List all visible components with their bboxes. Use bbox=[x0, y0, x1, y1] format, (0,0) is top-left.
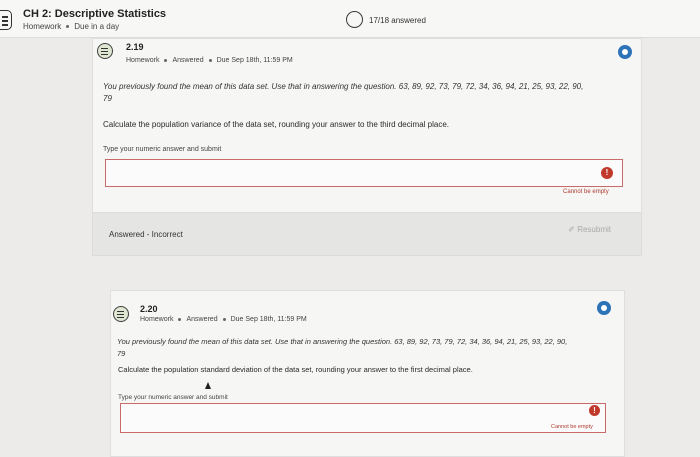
question-body-line: 79 bbox=[103, 94, 112, 103]
answer-hint: Type your numeric answer and submit bbox=[103, 146, 222, 153]
assignment-header: CH 2: Descriptive Statistics Homework Due… bbox=[0, 0, 700, 38]
assignment-icon[interactable] bbox=[0, 10, 12, 30]
resubmit-icon: ✐ bbox=[568, 225, 575, 234]
question-card-2-19: 2.19 Homework Answered Due Sep 18th, 11:59… bbox=[92, 38, 642, 213]
assignment-title: CH 2: Descriptive Statistics bbox=[23, 8, 167, 20]
question-meta: Homework Answered Due Sep 18th, 11:59 PM bbox=[126, 57, 293, 64]
answer-status-bar: Answered - Incorrect ✐ Resubmit bbox=[92, 212, 642, 256]
question-icon bbox=[97, 43, 113, 59]
separator-dot bbox=[66, 25, 70, 29]
assignment-category: Homework bbox=[23, 22, 62, 31]
answer-input[interactable] bbox=[105, 159, 623, 187]
question-body-line: You previously found the mean of this da… bbox=[117, 337, 568, 346]
progress-text: 17/18 answered bbox=[369, 16, 426, 25]
question-body-line: 79 bbox=[117, 349, 126, 358]
question-body: You previously found the mean of this da… bbox=[103, 81, 638, 105]
error-message: Cannot be empty bbox=[551, 424, 593, 430]
separator-dot bbox=[178, 317, 182, 321]
question-body: You previously found the mean of this da… bbox=[117, 336, 622, 360]
question-body-line: You previously found the mean of this da… bbox=[103, 82, 584, 91]
assignment-due: Due in a day bbox=[74, 22, 120, 31]
question-prompt: Calculate the population variance of the… bbox=[103, 120, 449, 129]
separator-dot bbox=[208, 58, 212, 62]
error-message: Cannot be empty bbox=[563, 189, 609, 195]
error-icon: ! bbox=[601, 167, 613, 179]
question-menu-button[interactable] bbox=[618, 45, 632, 59]
answer-input[interactable] bbox=[120, 403, 606, 433]
question-prompt: Calculate the population standard deviat… bbox=[118, 365, 473, 374]
question-due: Due Sep 18th, 11:59 PM bbox=[216, 57, 293, 64]
question-meta: Homework Answered Due Sep 18th, 11:59 PM bbox=[140, 316, 307, 323]
resubmit-button[interactable]: ✐ Resubmit bbox=[568, 225, 611, 234]
separator-dot bbox=[164, 58, 168, 62]
answer-hint: Type your numeric answer and submit bbox=[118, 394, 228, 401]
question-card-2-20: 2.20 Homework Answered Due Sep 18th, 11:59… bbox=[110, 290, 625, 457]
question-status: Answered bbox=[172, 57, 204, 64]
question-menu-button[interactable] bbox=[597, 301, 611, 315]
separator-dot bbox=[222, 317, 226, 321]
question-status: Answered bbox=[186, 316, 218, 323]
answer-status: Answered - Incorrect bbox=[109, 230, 183, 239]
mouse-cursor bbox=[205, 382, 211, 389]
assignment-subtitle: Homework Due in a day bbox=[23, 22, 119, 31]
question-type: Homework bbox=[140, 316, 174, 323]
error-icon: ! bbox=[589, 405, 600, 416]
question-type: Homework bbox=[126, 57, 160, 64]
resubmit-label: Resubmit bbox=[577, 225, 611, 234]
question-due: Due Sep 18th, 11:59 PM bbox=[230, 316, 307, 323]
question-icon bbox=[113, 306, 129, 322]
question-number: 2.20 bbox=[140, 304, 158, 314]
progress-ring-icon bbox=[346, 11, 363, 28]
question-number: 2.19 bbox=[126, 42, 144, 52]
